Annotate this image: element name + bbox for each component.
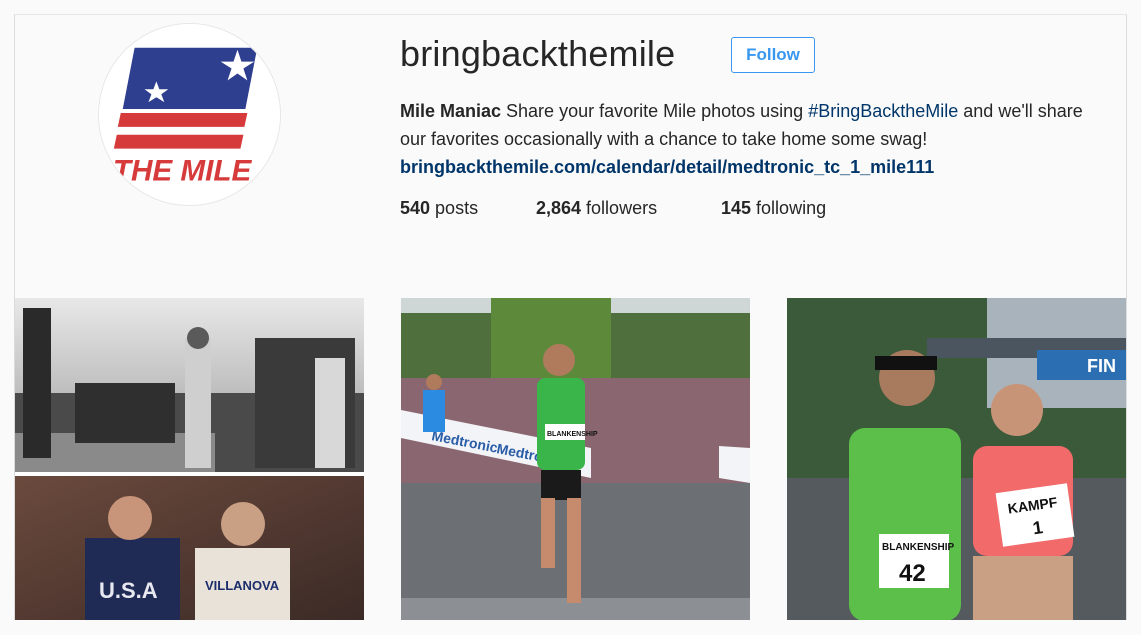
bio-name: Mile Maniac [400,101,502,121]
follow-button[interactable]: Follow [731,37,815,73]
post-thumbnail-1[interactable]: U.S.A VILLANOVA [15,298,364,620]
the-mile-logo: THE MILE [99,24,280,205]
followers-label: followers [581,198,658,218]
followers-count: 2,864 [536,198,582,218]
runner-bib-text: BLANKENSHIP [547,431,598,438]
bib-blankenship-number: 42 [899,560,926,587]
following-label: following [751,198,827,218]
bio-hashtag-link[interactable]: #BringBacktheMile [808,101,958,121]
bio-website-link[interactable]: bringbackthemile.com/calendar/detail/med… [400,153,1110,181]
profile-stats: 540 posts 2,864 followers 145 following [400,198,826,219]
logo-text: THE MILE [113,154,253,187]
profile-page: THE MILE bringbackthemile Follow Mile Ma… [14,14,1127,620]
post-thumbnail-2[interactable]: Medtronic Medtronic BLANKENSHIP [401,298,750,620]
profile-bio: Mile Maniac Share your favorite Mile pho… [400,97,1110,181]
following-stat[interactable]: 145 following [721,198,826,219]
jersey-villanova-text: VILLANOVA [205,578,280,593]
post-thumbnail-3[interactable]: FIN BLANKENSHIP 42 KAMPF 1 [787,298,1126,620]
profile-username: bringbackthemile [400,33,676,74]
jersey-usa-text: U.S.A [99,578,158,603]
posts-stat: 540 posts [400,198,536,219]
finish-line-photo: Medtronic Medtronic BLANKENSHIP [401,298,750,620]
bio-text-1: Share your favorite Mile photos using [501,101,809,121]
posts-label: posts [430,198,479,218]
bib-blankenship-name: BLANKENSHIP [882,542,955,553]
vintage-mile-photo: U.S.A VILLANOVA [15,298,364,620]
followers-stat[interactable]: 2,864 followers [536,198,721,219]
posts-count: 540 [400,198,431,218]
profile-avatar[interactable]: THE MILE [98,23,281,206]
following-count: 145 [721,198,752,218]
finish-sign-text: FIN [1087,356,1116,376]
runners-bibs-photo: FIN BLANKENSHIP 42 KAMPF 1 [787,298,1126,620]
top-strip [0,0,1141,14]
